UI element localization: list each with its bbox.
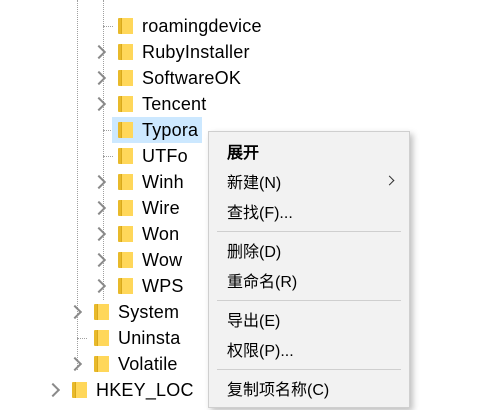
tree-item-label: Uninsta: [118, 327, 181, 348]
menu-item-delete[interactable]: 删除(D): [209, 235, 409, 265]
tree-item-wps[interactable]: WPS: [118, 273, 184, 299]
folder-icon: [118, 252, 133, 268]
tree-item-label: Wow: [142, 249, 183, 270]
tree-item-tencent[interactable]: Tencent: [118, 91, 206, 117]
folder-icon: [118, 122, 133, 138]
expand-chevron-icon[interactable]: [67, 356, 83, 372]
menu-item-label: 复制项名称(C): [227, 382, 330, 399]
tree-item-label: RubyInstaller: [142, 41, 250, 62]
folder-icon: [94, 356, 109, 372]
menu-item-copy-key-name[interactable]: 复制项名称(C): [209, 373, 409, 403]
tree-item-label: Wire: [142, 197, 180, 218]
folder-icon: [118, 148, 133, 164]
menu-item-expand[interactable]: 展开: [209, 136, 409, 166]
tree-item-label: Volatile: [118, 353, 178, 374]
menu-item-export[interactable]: 导出(E): [209, 304, 409, 334]
tree-item-utfo[interactable]: UTFo: [118, 143, 188, 169]
tree-item-wow[interactable]: Wow: [118, 247, 182, 273]
tree-item-label: roamingdevice: [142, 15, 262, 36]
folder-icon: [118, 278, 133, 294]
menu-item-label: 删除(D): [227, 244, 282, 261]
tree-item-label: Winh: [142, 171, 184, 192]
menu-separator: [217, 300, 401, 301]
expand-chevron-icon[interactable]: [45, 382, 61, 398]
tree-item-roamingdevice[interactable]: roamingdevice: [118, 13, 262, 39]
tree-guide-line: [103, 26, 113, 27]
tree-item-wire[interactable]: Wire: [118, 195, 180, 221]
tree-item-volatile[interactable]: Volatile: [94, 351, 178, 377]
tree-guide-line: [103, 0, 104, 300]
submenu-arrow-icon: [384, 175, 395, 186]
menu-item-label: 展开: [227, 145, 260, 162]
tree-guide-line: [103, 156, 113, 157]
tree-item-label: SoftwareOK: [142, 67, 242, 88]
folder-icon: [94, 304, 109, 320]
tree-item-rubyinstaller[interactable]: RubyInstaller: [118, 39, 250, 65]
tree-item-won[interactable]: Won: [118, 221, 179, 247]
folder-icon: [118, 200, 133, 216]
menu-item-label: 新建(N): [227, 175, 282, 192]
menu-item-label: 重命名(R): [227, 274, 298, 291]
folder-icon: [118, 96, 133, 112]
folder-icon: [118, 18, 133, 34]
folder-icon: [118, 70, 133, 86]
menu-item-label: 导出(E): [227, 313, 281, 330]
tree-guide-line: [77, 338, 87, 339]
tree-item-hkey-local[interactable]: HKEY_LOC: [72, 377, 194, 403]
tree-item-uninstall[interactable]: Uninsta: [94, 325, 180, 351]
tree-item-label: WPS: [142, 275, 184, 296]
tree-item-label: Tencent: [142, 93, 207, 114]
folder-icon: [72, 382, 87, 398]
menu-item-label: 查找(F)...: [227, 205, 293, 222]
folder-icon: [118, 226, 133, 242]
menu-separator: [217, 369, 401, 370]
menu-item-label: 权限(P)...: [227, 343, 294, 360]
tree-item-winh[interactable]: Winh: [118, 169, 184, 195]
context-menu: 展开 新建(N) 查找(F)... 删除(D) 重命名(R) 导出(E) 权限(…: [208, 131, 410, 408]
folder-icon: [118, 44, 133, 60]
tree-item-softwareok[interactable]: SoftwareOK: [118, 65, 241, 91]
folder-icon: [118, 174, 133, 190]
menu-item-rename[interactable]: 重命名(R): [209, 265, 409, 295]
tree-item-label: Typora: [142, 119, 199, 140]
tree-item-typora[interactable]: Typora: [112, 117, 203, 143]
expand-chevron-icon[interactable]: [67, 304, 83, 320]
menu-separator: [217, 231, 401, 232]
menu-item-find[interactable]: 查找(F)...: [209, 196, 409, 226]
menu-item-permissions[interactable]: 权限(P)...: [209, 334, 409, 364]
tree-item-label: Won: [142, 223, 180, 244]
tree-item-label: UTFo: [142, 145, 188, 166]
folder-icon: [94, 330, 109, 346]
tree-item-label: HKEY_LOC: [96, 379, 194, 400]
menu-item-new[interactable]: 新建(N): [209, 166, 409, 196]
tree-item-system[interactable]: System: [94, 299, 179, 325]
tree-item-label: System: [118, 301, 180, 322]
